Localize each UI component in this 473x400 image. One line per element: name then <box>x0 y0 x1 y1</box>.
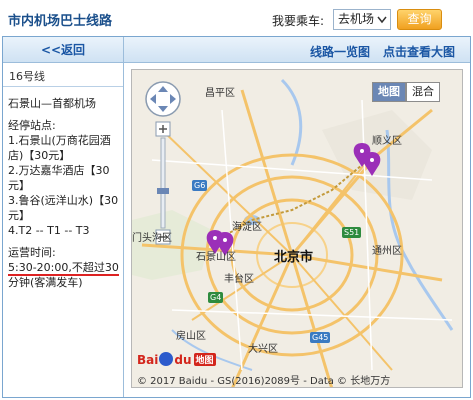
map-label-changping: 昌平区 <box>205 88 235 99</box>
pan-control-icon[interactable] <box>145 81 181 117</box>
operating-hours: 5:30-20:00,不超过30 <box>8 261 119 276</box>
top-bar: 市内机场巴士线路 我要乘车: 去机场 查询 <box>0 0 473 36</box>
route-info-panel: 16号线 石景山—首都机场 经停站点: 1.石景山(万商花园酒店)【30元】 2… <box>3 63 124 397</box>
map-type-mixed-button[interactable]: 混合 <box>406 82 440 102</box>
query-button[interactable]: 查询 <box>397 9 442 30</box>
stops-title: 经停站点: <box>8 119 56 132</box>
map-label-mentougou: 门头沟区 <box>132 233 172 244</box>
map-label-haidian: 海淀区 <box>232 222 262 233</box>
bus-label: 我要乘车: <box>272 14 325 28</box>
road-sign-g4: G4 <box>208 292 224 303</box>
page-title: 市内机场巴士线路 <box>8 14 113 29</box>
road-sign-g45: G45 <box>310 332 331 343</box>
direction-select[interactable]: 去机场 <box>333 9 391 30</box>
map-label-daxing: 大兴区 <box>248 344 278 355</box>
direction-select-value: 去机场 <box>338 12 375 26</box>
map-label-shijingshan: 石景山区 <box>196 252 236 263</box>
stop-item: 3.鲁谷(远洋山水)【30元】 <box>8 194 119 222</box>
map-label-shunyi: 顺义区 <box>372 136 402 147</box>
big-map-link[interactable]: 点击查看大图 <box>383 43 455 60</box>
stop-item: 1.石景山(万商花园酒店)【30元】 <box>8 134 111 162</box>
map-type-map-button[interactable]: 地图 <box>372 82 406 102</box>
zoom-in-icon[interactable] <box>155 121 171 137</box>
zoom-slider-track[interactable] <box>160 137 166 229</box>
stop-item: 2.万达嘉华酒店【30元】 <box>8 164 110 192</box>
map-copyright: © 2017 Baidu - GS(2016)2089号 - Data © 长地… <box>137 376 391 387</box>
route-overview-link[interactable]: 线路一览图 <box>310 43 370 60</box>
hours-title: 运营时间: <box>8 246 56 259</box>
route-details: 石景山—首都机场 经停站点: 1.石景山(万商花园酒店)【30元】 2.万达嘉华… <box>8 96 122 290</box>
chevron-down-icon <box>377 16 387 24</box>
line-number: 16号线 <box>3 63 123 87</box>
map-label-beijing: 北京市 <box>274 250 314 265</box>
route-map[interactable]: 地图 混合 昌平区 顺义区 海淀区 北京市 石景山区 门头沟区 通州区 丰台区 … <box>131 69 463 388</box>
map-label-fengtai: 丰台区 <box>224 274 254 285</box>
map-label-fangshan: 房山区 <box>176 331 206 342</box>
route-frame: <<返回 线路一览图 点击查看大图 16号线 石景山—首都机场 经停站点: 1.… <box>2 36 471 398</box>
map-label-tongzhou: 通州区 <box>372 246 402 257</box>
road-sign-s51: S51 <box>342 227 362 238</box>
back-link[interactable]: <<返回 <box>3 37 124 63</box>
baidu-paw-icon <box>159 352 174 366</box>
road-sign-g6: G6 <box>192 180 208 191</box>
hours-note: 分钟(客满发车) <box>8 276 83 289</box>
route-name: 石景山—首都机场 <box>8 97 96 110</box>
stop-item: 4.T2 -- T1 -- T3 <box>8 224 90 237</box>
nav-bar: <<返回 线路一览图 点击查看大图 <box>3 37 470 63</box>
baidu-logo: Bai du 地图 <box>137 352 216 367</box>
zoom-slider-handle[interactable] <box>157 188 169 194</box>
